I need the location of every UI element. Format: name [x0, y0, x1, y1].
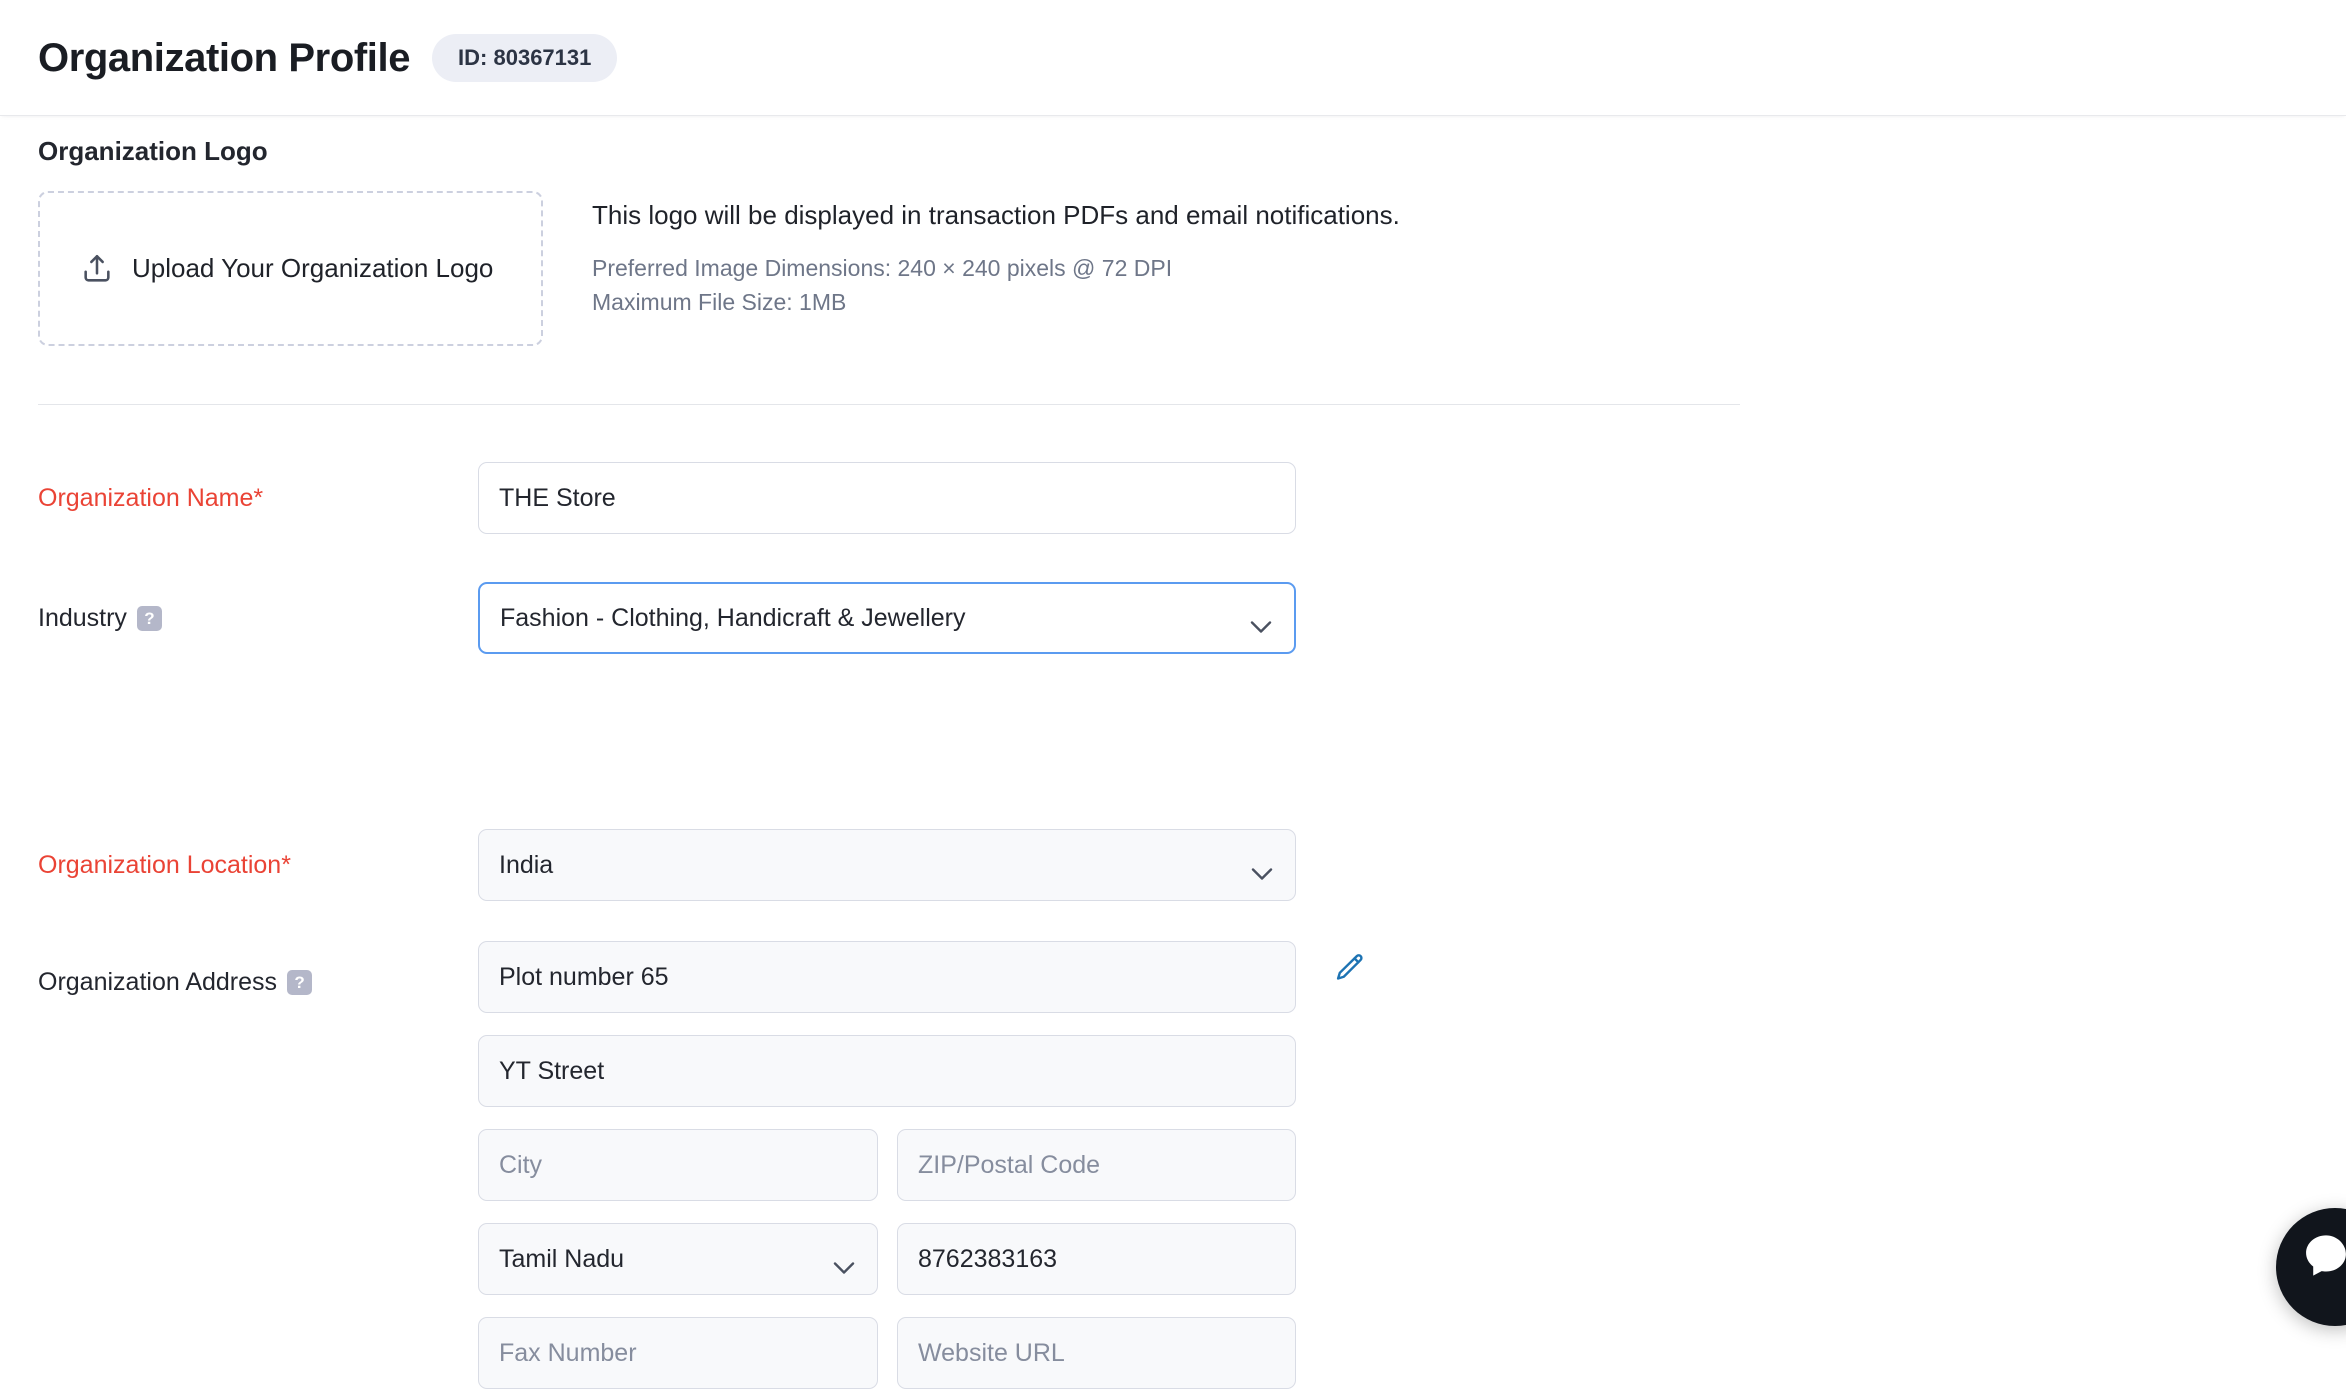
organization-location-label: Organization Location*	[38, 851, 291, 879]
organization-address-label: Organization Address ?	[38, 968, 313, 997]
profile-content: Organization Logo Upload Your Organizati…	[0, 116, 2346, 1389]
organization-name-value: THE Store	[499, 483, 616, 512]
address-fax-placeholder: Fax Number	[499, 1338, 637, 1367]
organization-logo-heading: Organization Logo	[38, 136, 268, 166]
chevron-down-icon	[833, 1253, 855, 1274]
address-phone-input[interactable]: 8762383163	[897, 1223, 1296, 1295]
address-fax-input[interactable]: Fax Number	[478, 1317, 878, 1389]
industry-label: Industry ?	[38, 604, 162, 633]
organization-location-value: India	[499, 850, 554, 879]
industry-label-text: Industry	[38, 604, 127, 632]
chevron-down-icon	[1251, 859, 1273, 880]
industry-value: Fashion - Clothing, Handicraft & Jewelle…	[500, 603, 966, 632]
logo-max-file-size: Maximum File Size: 1MB	[592, 289, 847, 316]
address-website-placeholder: Website URL	[918, 1338, 1065, 1367]
chevron-down-icon	[1250, 612, 1272, 633]
address-street2-value: YT Street	[499, 1056, 605, 1085]
address-street1-value: Plot number 65	[499, 962, 669, 991]
logo-preferred-dimensions: Preferred Image Dimensions: 240 × 240 pi…	[592, 255, 1173, 282]
upload-logo-dropzone[interactable]: Upload Your Organization Logo	[38, 191, 543, 346]
address-city-placeholder: City	[499, 1150, 543, 1179]
upload-logo-label: Upload Your Organization Logo	[132, 253, 494, 283]
section-divider	[38, 404, 1740, 405]
edit-address-pencil-icon[interactable]	[1333, 951, 1367, 985]
address-phone-value: 8762383163	[918, 1244, 1058, 1273]
logo-description-block: This logo will be displayed in transacti…	[592, 200, 1492, 319]
logo-description-main: This logo will be displayed in transacti…	[592, 200, 1400, 230]
address-state-select[interactable]: Tamil Nadu	[478, 1223, 878, 1295]
organization-address-label-text: Organization Address	[38, 968, 278, 996]
organization-name-label: Organization Name*	[38, 484, 264, 512]
chat-bubble-icon	[2306, 1234, 2346, 1288]
organization-id-badge: ID: 80367131	[432, 33, 618, 82]
address-zip-placeholder: ZIP/Postal Code	[918, 1150, 1101, 1179]
address-city-input[interactable]: City	[478, 1129, 878, 1201]
organization-name-input[interactable]: THE Store	[478, 462, 1296, 534]
address-website-input[interactable]: Website URL	[897, 1317, 1296, 1389]
page-title: Organization Profile	[38, 35, 411, 80]
address-zip-input[interactable]: ZIP/Postal Code	[897, 1129, 1296, 1201]
address-street1-input[interactable]: Plot number 65	[478, 941, 1296, 1013]
organization-address-help-icon[interactable]: ?	[287, 970, 313, 995]
industry-help-icon[interactable]: ?	[136, 606, 162, 631]
upload-icon	[80, 252, 114, 286]
address-street2-input[interactable]: YT Street	[478, 1035, 1296, 1107]
organization-location-select[interactable]: India	[478, 829, 1296, 901]
page-header: Organization Profile ID: 80367131	[0, 0, 2346, 116]
industry-select[interactable]: Fashion - Clothing, Handicraft & Jewelle…	[478, 582, 1296, 654]
address-state-value: Tamil Nadu	[499, 1244, 625, 1273]
